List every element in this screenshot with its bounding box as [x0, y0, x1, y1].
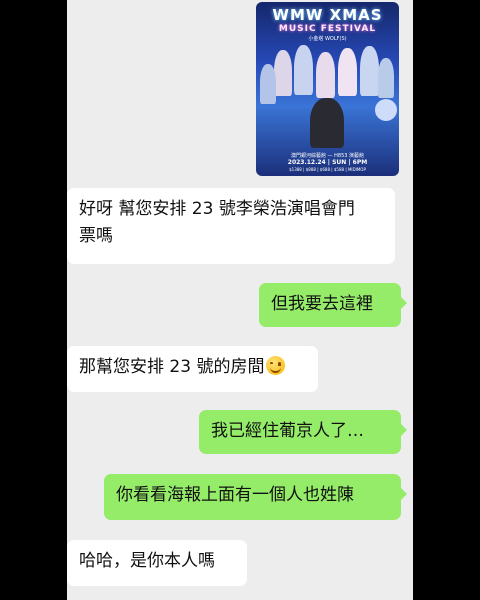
message-text: 我已經住葡京人了… — [211, 421, 364, 441]
message-text: 但我要去這裡 — [271, 294, 373, 314]
poster-subtitle: MUSIC FESTIVAL — [278, 24, 377, 34]
message-text: 哈哈，是你本人嗎 — [79, 551, 215, 571]
performer-figure — [360, 46, 379, 96]
message-bubble-sent[interactable]: 你看看海報上面有一個人也姓陳 — [104, 474, 407, 520]
smiling-face-emoji — [266, 356, 286, 375]
chat-area: WMW XMAS MUSIC FESTIVAL 小金塔 WOLF(S) 澳門銀河… — [67, 0, 413, 600]
message-text: 你看看海報上面有一個人也姓陳 — [116, 485, 354, 505]
message-bubble-received[interactable]: 哈哈，是你本人嗎 — [67, 540, 247, 586]
group-photo-badge — [375, 99, 397, 121]
message-bubble-sent[interactable]: 我已經住葡京人了… — [199, 410, 407, 454]
performer-figure — [274, 50, 292, 96]
poster-price: $1388 | $888 | $688 | $588 | MIDIMOP — [289, 167, 366, 172]
poster-image[interactable]: WMW XMAS MUSIC FESTIVAL 小金塔 WOLF(S) 澳門銀河… — [256, 2, 399, 176]
performer-figure — [260, 64, 276, 104]
poster-title: WMW XMAS — [272, 6, 383, 24]
performer-portrait — [310, 98, 344, 148]
performer-figure — [316, 52, 335, 98]
message-bubble-received[interactable]: 那幫您安排 23 號的房間 — [67, 346, 318, 392]
poster-artist-line: 小金塔 WOLF(S) — [308, 36, 347, 42]
performer-figure — [294, 45, 313, 95]
message-text-line: 票嗎 — [79, 226, 113, 246]
message-text: 那幫您安排 23 號的房間 — [79, 357, 265, 377]
performer-figure — [338, 48, 357, 96]
message-text-line: 好呀 幫您安排 23 號李榮浩演唱會門 — [79, 199, 355, 219]
performer-figure — [378, 58, 394, 98]
message-bubble-received[interactable]: 好呀 幫您安排 23 號李榮浩演唱會門 票嗎 — [67, 188, 395, 264]
message-bubble-sent[interactable]: 但我要去這裡 — [259, 283, 407, 327]
poster-date: 2023.12.24 | SUN | 6PM — [287, 159, 368, 166]
poster-venue: 澳門銀河綜藝館 — H853 演藝館 — [290, 153, 365, 159]
